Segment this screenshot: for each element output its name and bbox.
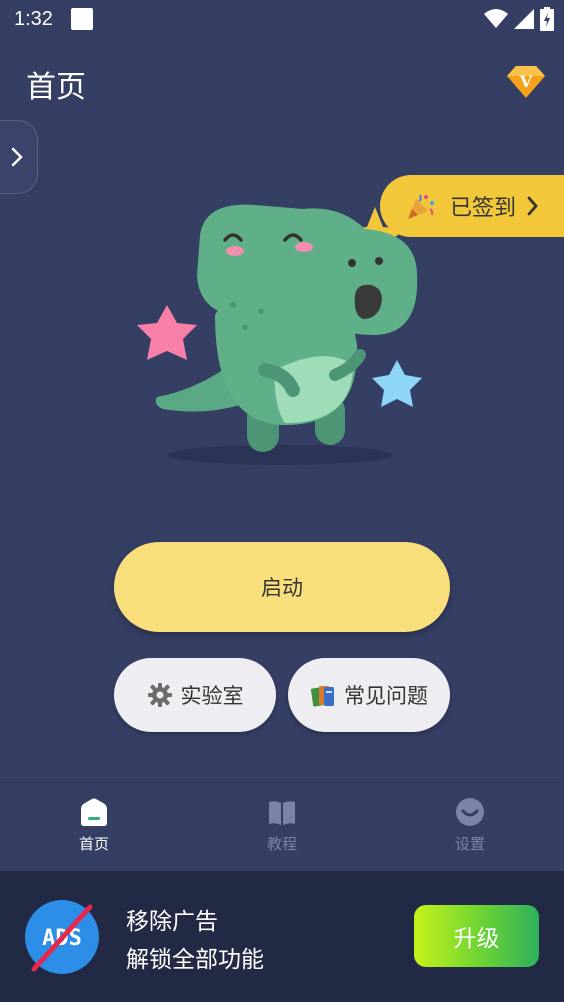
app-header: 首页 V <box>0 52 564 112</box>
no-ads-icon: ADS <box>25 900 99 974</box>
book-icon <box>269 801 295 825</box>
ad-text: 移除广告 解锁全部功能 <box>126 903 264 979</box>
upgrade-button[interactable]: 升级 <box>414 905 539 967</box>
chevron-right-icon <box>11 147 23 167</box>
status-bar: 1:32 <box>0 0 564 38</box>
dinosaur-mascot-illustration <box>137 204 422 465</box>
books-icon <box>310 686 334 707</box>
diamond-v-icon[interactable]: V <box>506 60 546 100</box>
gear-icon <box>147 683 172 707</box>
faq-button[interactable]: 常见问题 <box>288 658 450 732</box>
nav-label-settings: 设置 <box>454 835 485 853</box>
checkin-label: 已签到 <box>450 196 517 221</box>
status-time: 1:32 <box>14 7 53 30</box>
status-icons <box>484 7 554 31</box>
start-button[interactable]: 启动 <box>114 542 450 632</box>
nav-label-tutorial: 教程 <box>266 835 297 853</box>
faq-label: 常见问题 <box>344 684 428 708</box>
lab-label: 实验室 <box>180 684 244 708</box>
nav-item-tutorial[interactable]: 教程 <box>222 797 342 854</box>
home-icon <box>81 798 107 826</box>
nav-item-home[interactable]: 首页 <box>34 797 154 854</box>
remove-ads-banner: ADS 移除广告 解锁全部功能 升级 <box>0 871 564 1002</box>
chevron-right-icon <box>527 196 538 216</box>
smiley-icon <box>456 798 484 826</box>
page-title: 首页 <box>26 70 86 105</box>
battery-icon <box>540 7 554 31</box>
drawer-toggle-button[interactable] <box>0 120 38 194</box>
ad-line-2: 解锁全部功能 <box>126 947 264 973</box>
notification-icon <box>70 8 93 30</box>
lab-button[interactable]: 实验室 <box>114 658 276 732</box>
ad-line-1: 移除广告 <box>126 909 218 935</box>
nav-item-settings[interactable]: 设置 <box>410 797 530 854</box>
vip-letter: V <box>519 72 533 91</box>
signal-icon <box>514 9 534 29</box>
nav-label-home: 首页 <box>78 835 109 853</box>
wifi-icon <box>484 9 508 28</box>
bottom-nav: 首页 教程 设置 <box>0 783 564 871</box>
